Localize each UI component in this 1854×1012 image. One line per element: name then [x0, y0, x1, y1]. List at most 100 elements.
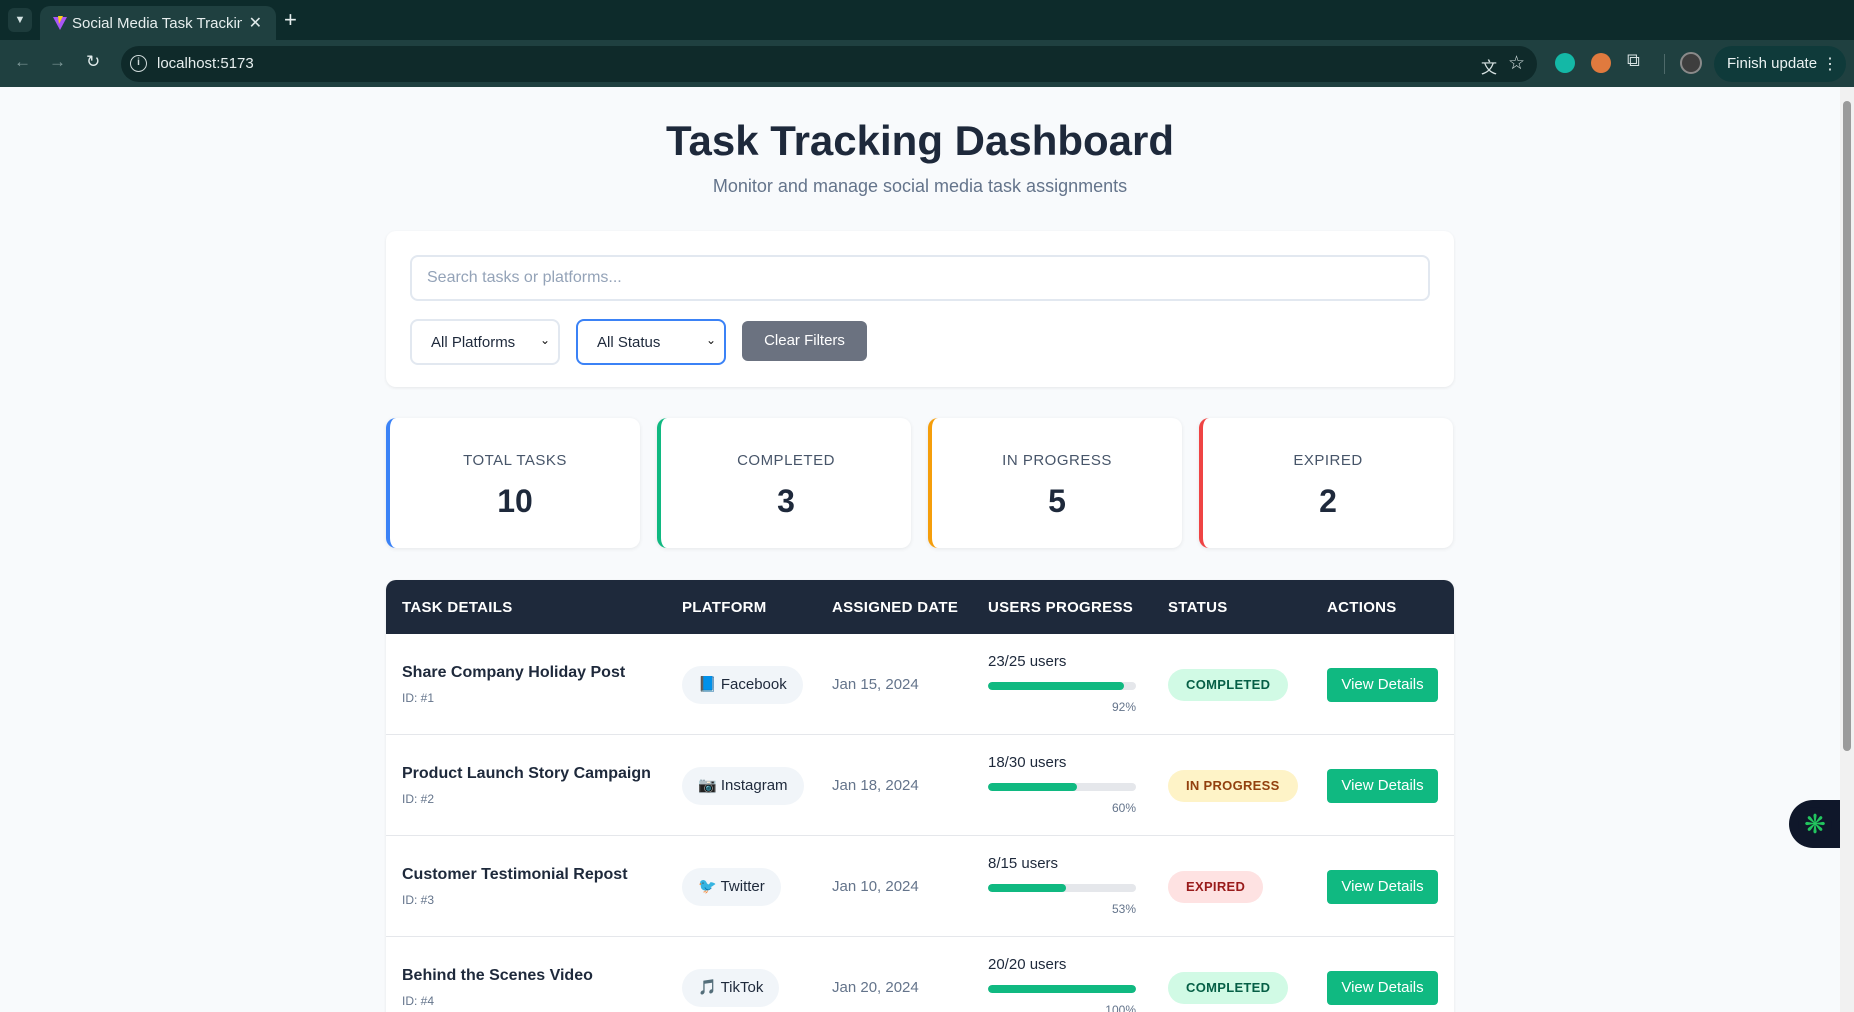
status-select-value: All Status	[597, 334, 661, 351]
browser-toolbar: ← → ↻ i localhost:5173 文 ☆ ⧉ Finish upda…	[0, 40, 1854, 87]
platform-pill: 📷 Instagram	[682, 767, 804, 805]
column-header: TASK DETAILS	[402, 599, 513, 616]
task-id: ID: #4	[402, 994, 435, 1008]
chevron-down-icon: ⌄	[705, 333, 716, 347]
assigned-date: Jan 20, 2024	[832, 979, 919, 996]
users-count: 23/25 users	[988, 653, 1067, 670]
stat-card-total: TOTAL TASKS 10	[386, 418, 640, 548]
url-text: localhost:5173	[157, 55, 254, 72]
platform-pill: 📘 Facebook	[682, 666, 803, 704]
scrollbar-thumb[interactable]	[1843, 101, 1851, 751]
task-title: Customer Testimonial Repost	[402, 866, 628, 883]
column-header: ACTIONS	[1327, 599, 1397, 616]
chevron-down-icon: ⌄	[539, 333, 550, 347]
progress-percent: 100%	[1105, 1003, 1136, 1012]
platform-pill: 🎵 TikTok	[682, 969, 780, 1007]
assistant-launcher-button[interactable]: ❋	[1789, 800, 1840, 848]
view-details-button[interactable]: View Details	[1327, 870, 1438, 904]
stat-value: 2	[1319, 483, 1337, 519]
close-tab-icon[interactable]: ✕	[249, 13, 262, 33]
users-count: 18/30 users	[988, 754, 1067, 771]
table-header: TASK DETAILS PLATFORM ASSIGNED DATE USER…	[386, 580, 1454, 634]
search-input[interactable]	[410, 255, 1430, 301]
forward-icon[interactable]: →	[49, 52, 66, 72]
stat-label: TOTAL TASKS	[463, 452, 567, 469]
task-id: ID: #3	[402, 893, 435, 907]
tasks-table: TASK DETAILS PLATFORM ASSIGNED DATE USER…	[386, 580, 1454, 1012]
progress-percent: 60%	[1111, 801, 1136, 815]
stat-value: 5	[1048, 483, 1066, 519]
stat-value: 3	[777, 483, 795, 519]
progress-bar	[988, 884, 1136, 892]
progress-percent: 92%	[1111, 700, 1136, 714]
column-header: USERS PROGRESS	[988, 599, 1134, 616]
table-row: Share Company Holiday Post ID: #1 📘 Facebo…	[386, 634, 1454, 735]
progress-fill	[988, 985, 1136, 993]
platform-select[interactable]: All Platforms ⌄	[410, 319, 560, 365]
progress-bar	[988, 985, 1136, 993]
bookmark-star-icon[interactable]: ☆	[1508, 52, 1525, 75]
finish-update-label: Finish update	[1727, 55, 1818, 72]
vite-logo-icon	[53, 16, 67, 30]
platform-pill: 🐦 Twitter	[682, 868, 781, 906]
browser-tab[interactable]: Social Media Task Tracking ✕	[40, 6, 276, 40]
stat-card-in-progress: IN PROGRESS 5	[928, 418, 1182, 548]
status-select[interactable]: All Status ⌄	[576, 319, 726, 365]
status-badge: COMPLETED	[1168, 669, 1289, 701]
task-title: Product Launch Story Campaign	[402, 765, 651, 782]
progress-bar	[988, 783, 1136, 791]
filter-panel: All Platforms ⌄ All Status ⌄ Clear Filte…	[386, 231, 1454, 387]
column-header: STATUS	[1168, 599, 1228, 616]
new-tab-icon[interactable]: +	[284, 7, 297, 33]
status-badge: COMPLETED	[1168, 972, 1289, 1004]
site-info-icon[interactable]: i	[130, 55, 147, 72]
stat-label: COMPLETED	[737, 452, 835, 469]
users-count: 20/20 users	[988, 956, 1067, 973]
page-content: Task Tracking Dashboard Monitor and mana…	[0, 87, 1840, 1012]
status-badge: IN PROGRESS	[1168, 770, 1298, 802]
page-subtitle: Monitor and manage social media task ass…	[712, 176, 1128, 196]
column-header: ASSIGNED DATE	[832, 599, 959, 616]
stat-card-completed: COMPLETED 3	[657, 418, 911, 548]
view-details-button[interactable]: View Details	[1327, 971, 1438, 1005]
view-details-button[interactable]: View Details	[1327, 668, 1438, 702]
task-title: Share Company Holiday Post	[402, 664, 626, 681]
progress-fill	[988, 783, 1077, 791]
task-id: ID: #1	[402, 691, 435, 705]
task-title: Behind the Scenes Video	[402, 967, 593, 984]
cookie-extension-icon[interactable]	[1591, 53, 1611, 73]
view-details-button[interactable]: View Details	[1327, 769, 1438, 803]
more-menu-icon[interactable]: ⋮	[1822, 54, 1838, 74]
chatgpt-icon: ❋	[1798, 807, 1832, 841]
back-icon[interactable]: ←	[14, 52, 31, 72]
reload-icon[interactable]: ↻	[86, 52, 100, 72]
extensions-icon[interactable]: ⧉	[1627, 50, 1640, 71]
assigned-date: Jan 18, 2024	[832, 777, 919, 794]
clear-filters-button[interactable]: Clear Filters	[742, 321, 867, 361]
stat-value: 10	[497, 483, 533, 519]
status-badge: EXPIRED	[1168, 871, 1264, 903]
translate-icon[interactable]: 文	[1481, 54, 1497, 78]
browser-tab-bar: ▼ Social Media Task Tracking ✕ +	[0, 0, 1854, 40]
finish-update-button[interactable]: Finish update ⋮	[1714, 46, 1846, 82]
tab-title: Social Media Task Tracking	[72, 15, 242, 32]
profile-avatar[interactable]	[1680, 52, 1702, 74]
stat-label: EXPIRED	[1293, 452, 1363, 469]
stat-label: IN PROGRESS	[1002, 452, 1112, 469]
tab-search-icon[interactable]: ▼	[8, 8, 32, 32]
progress-fill	[988, 884, 1067, 892]
platform-select-value: All Platforms	[431, 334, 516, 351]
assigned-date: Jan 15, 2024	[832, 676, 919, 693]
column-header: PLATFORM	[682, 599, 767, 616]
page-scrollbar[interactable]	[1840, 87, 1854, 1012]
assigned-date: Jan 10, 2024	[832, 878, 919, 895]
table-row: Behind the Scenes Video ID: #4 🎵 TikTok Jan…	[386, 937, 1454, 1012]
chatgpt-extension-icon[interactable]	[1555, 53, 1575, 73]
toolbar-divider	[1664, 54, 1665, 74]
progress-bar	[988, 682, 1136, 690]
stat-card-expired: EXPIRED 2	[1199, 418, 1453, 548]
table-row: Product Launch Story Campaign ID: #2 📷 Ins…	[386, 735, 1454, 836]
page-title: Task Tracking Dashboard	[665, 117, 1175, 164]
address-bar[interactable]: i localhost:5173 文 ☆	[121, 46, 1537, 82]
table-row: Customer Testimonial Repost ID: #3 🐦 Twitt…	[386, 836, 1454, 937]
